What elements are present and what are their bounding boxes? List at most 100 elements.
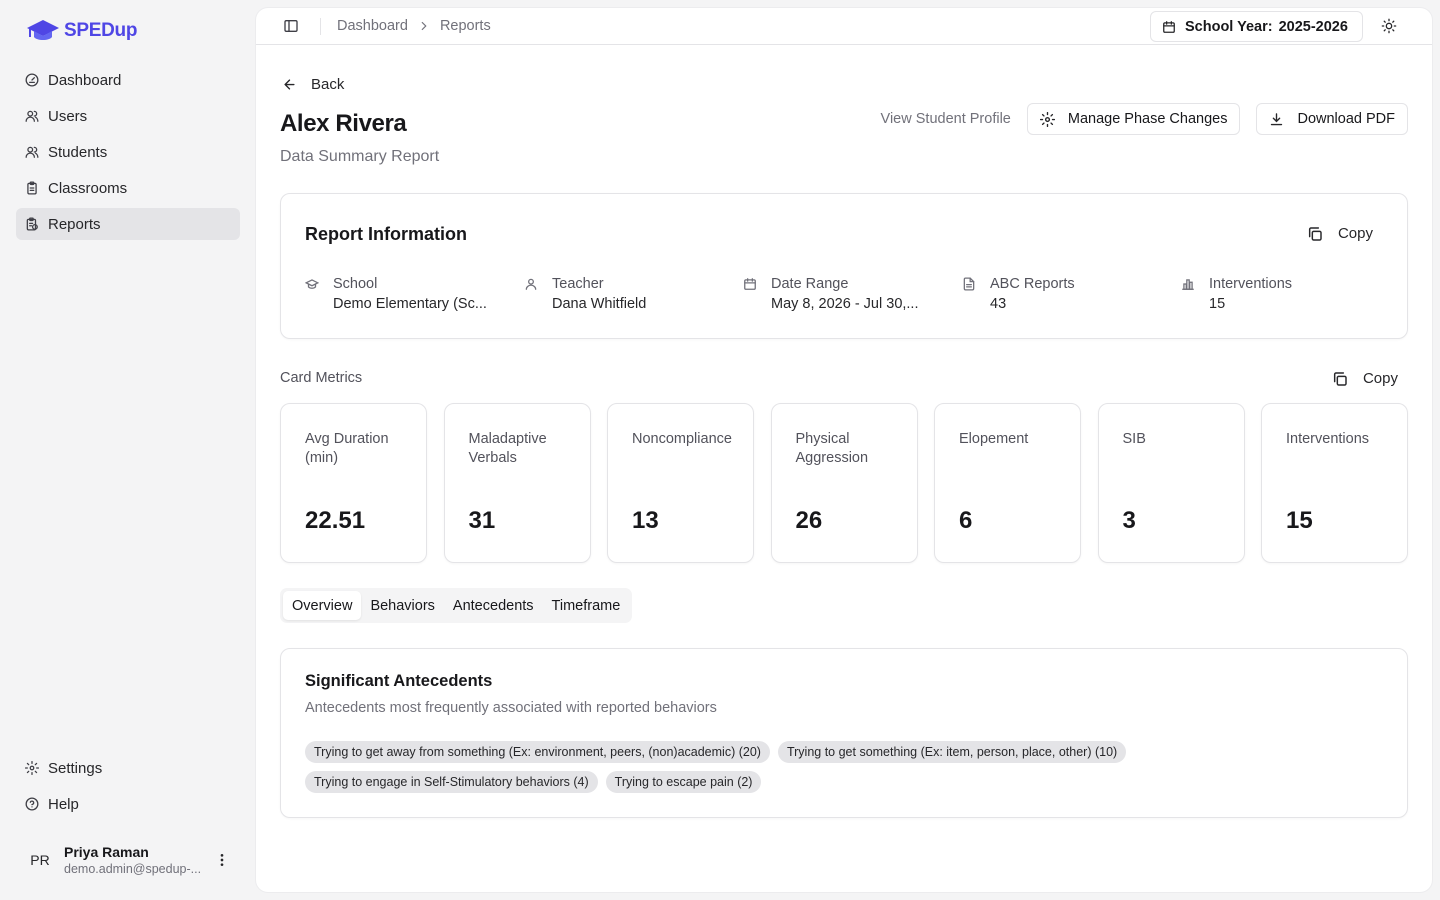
sun-icon[interactable] <box>1381 18 1397 34</box>
user-menu[interactable]: PR Priya Raman demo.admin@spedup-... <box>16 836 240 884</box>
sidebar-item-help[interactable]: Help <box>16 788 240 820</box>
info-value: Dana Whitfield <box>552 296 647 312</box>
back-button[interactable]: Back <box>282 76 344 93</box>
info-value: May 8, 2026 - Jul 30,... <box>771 296 919 312</box>
view-student-profile-link[interactable]: View Student Profile <box>881 111 1011 127</box>
tab-overview[interactable]: Overview <box>283 591 362 620</box>
copy-icon <box>1332 371 1348 387</box>
metric-card-sib: SIB 3 <box>1097 403 1245 563</box>
sidebar-nav: Dashboard Users Students Classrooms Repo… <box>16 64 240 244</box>
sidebar: SPEDup Dashboard Users Students Classroo… <box>0 0 256 900</box>
copy-icon <box>1307 226 1323 242</box>
calendar-icon <box>1162 20 1176 34</box>
info-value: 15 <box>1209 296 1226 312</box>
chevron-right-icon <box>417 19 431 33</box>
sidebar-item-classrooms[interactable]: Classrooms <box>16 172 240 204</box>
download-pdf-button[interactable]: Download PDF <box>1256 103 1408 135</box>
sidebar-item-label: Help <box>48 795 79 813</box>
info-abc-reports: ABC Reports 43 <box>962 274 1181 314</box>
sidebar-item-label: Users <box>48 107 88 125</box>
metric-value: 6 <box>959 507 973 534</box>
tab-antecedents[interactable]: Antecedents <box>444 591 543 620</box>
user-icon <box>524 277 538 291</box>
copy-label: Copy <box>1362 370 1398 387</box>
users-icon <box>25 109 39 123</box>
sidebar-item-users[interactable]: Users <box>16 100 240 132</box>
logo[interactable]: SPEDup <box>26 18 137 44</box>
tab-behaviors[interactable]: Behaviors <box>361 591 443 620</box>
metric-card-interventions: Interventions 15 <box>1261 403 1408 563</box>
metric-card-physical-aggression: Physical Aggression 26 <box>770 403 918 563</box>
button-label: Manage Phase Changes <box>1067 111 1228 127</box>
file-text-icon <box>962 277 976 291</box>
metric-value: 31 <box>468 507 496 534</box>
sidebar-item-settings[interactable]: Settings <box>16 752 240 784</box>
metric-card-maladaptive-verbals: Maladaptive Verbals 31 <box>443 403 591 563</box>
info-value: Demo Elementary (Sc... <box>333 296 487 312</box>
gauge-icon <box>25 73 39 87</box>
info-label: Teacher <box>552 276 604 292</box>
metrics-grid: Avg Duration (min) 22.51 Maladaptive Ver… <box>280 403 1408 563</box>
divider <box>320 18 321 35</box>
antecedent-badge: Trying to get something (Ex: item, perso… <box>777 741 1127 763</box>
info-label: ABC Reports <box>990 276 1075 292</box>
info-label: School <box>333 276 378 292</box>
info-interventions: Interventions 15 <box>1181 274 1400 314</box>
button-label: Download PDF <box>1297 111 1395 127</box>
sidebar-toggle-icon[interactable] <box>283 18 299 34</box>
report-tabs: Overview Behaviors Antecedents Timeframe <box>280 588 633 623</box>
sidebar-item-label: Classrooms <box>48 179 128 197</box>
antecedent-badge: Trying to engage in Self-Stimulatory beh… <box>305 771 598 793</box>
card-title: Report Information <box>305 224 467 244</box>
metric-label: Elopement <box>959 431 1029 447</box>
metric-label: SIB <box>1122 431 1146 447</box>
metric-label: Physical Aggression <box>795 431 869 466</box>
manage-phase-changes-button[interactable]: Manage Phase Changes <box>1026 103 1241 135</box>
info-label: Date Range <box>771 276 849 292</box>
sidebar-item-label: Reports <box>48 215 101 233</box>
sidebar-item-students[interactable]: Students <box>16 136 240 168</box>
help-circle-icon <box>25 797 39 811</box>
report-information-card: Report Information Copy School Demo Elem… <box>280 193 1408 339</box>
breadcrumb-dashboard[interactable]: Dashboard <box>337 18 408 34</box>
metric-value: 13 <box>632 507 659 534</box>
school-year-selector[interactable]: School Year: 2025-2026 <box>1150 11 1363 42</box>
bar-chart-icon <box>1181 277 1195 291</box>
gear-icon <box>25 761 39 775</box>
copy-card-metrics-button[interactable]: Copy <box>1332 370 1398 387</box>
back-label: Back <box>311 76 345 93</box>
metric-value: 26 <box>795 507 823 534</box>
card-metrics-label: Card Metrics <box>280 370 363 386</box>
graduation-cap-icon <box>305 277 319 291</box>
metric-label: Maladaptive Verbals <box>468 431 547 466</box>
gear-icon <box>1039 111 1055 127</box>
user-name: Priya Raman <box>64 843 149 860</box>
logo-text: SPEDup <box>64 20 138 41</box>
metric-label: Noncompliance <box>632 431 732 447</box>
header-actions: View Student Profile Manage Phase Change… <box>881 103 1408 135</box>
info-label: Interventions <box>1209 276 1293 292</box>
sidebar-item-label: Settings <box>48 759 103 777</box>
metric-value: 15 <box>1286 507 1313 534</box>
metric-card-avg-duration: Avg Duration (min) 22.51 <box>280 403 427 563</box>
copy-report-info-button[interactable]: Copy <box>1307 225 1373 242</box>
sidebar-item-reports[interactable]: Reports <box>16 208 240 240</box>
card-description: Antecedents most frequently associated w… <box>305 700 717 716</box>
topbar: Dashboard Reports School Year: 2025-2026 <box>256 8 1432 45</box>
page-subtitle: Data Summary Report <box>280 148 440 165</box>
antecedent-chips: Trying to get away from something (Ex: e… <box>305 741 1385 801</box>
graduation-cap-logo-icon <box>26 18 60 44</box>
metric-label: Interventions <box>1286 431 1370 447</box>
copy-label: Copy <box>1337 225 1373 242</box>
info-school: School Demo Elementary (Sc... <box>305 274 524 314</box>
arrow-left-icon <box>282 77 297 92</box>
info-date-range: Date Range May 8, 2026 - Jul 30,... <box>743 274 962 314</box>
tab-timeframe[interactable]: Timeframe <box>543 591 630 620</box>
sidebar-item-dashboard[interactable]: Dashboard <box>16 64 240 96</box>
calendar-icon <box>743 277 757 291</box>
report-info-row: School Demo Elementary (Sc... Teacher Da… <box>305 274 1400 314</box>
sidebar-item-label: Dashboard <box>48 71 122 89</box>
info-teacher: Teacher Dana Whitfield <box>524 274 743 314</box>
more-vertical-icon[interactable] <box>214 852 230 868</box>
metric-card-elopement: Elopement 6 <box>934 403 1081 563</box>
